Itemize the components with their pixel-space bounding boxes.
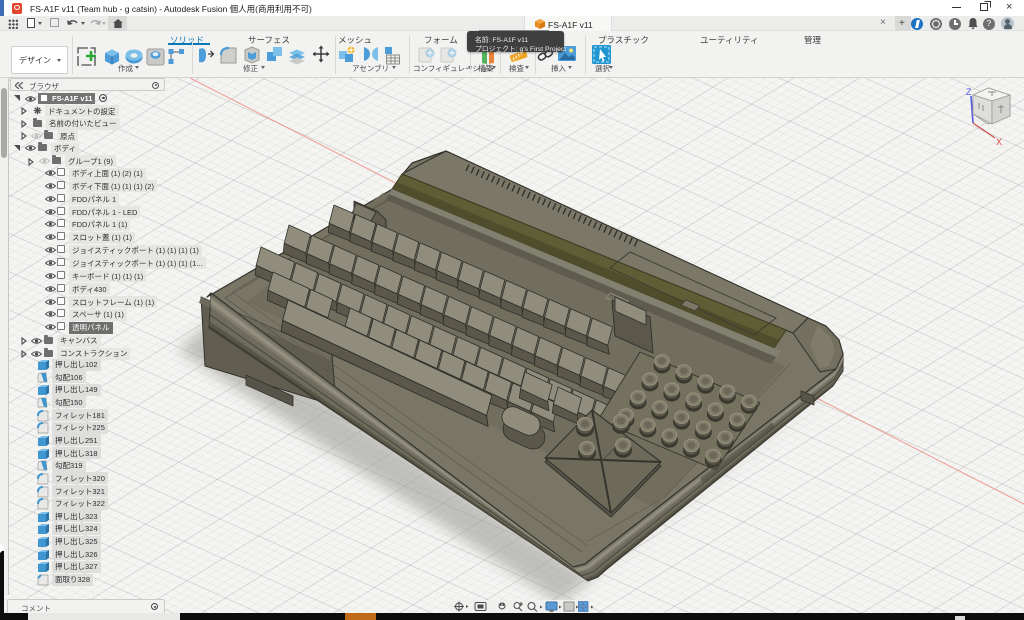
svg-text:Z: Z: [966, 87, 972, 97]
svg-text:X: X: [996, 137, 1002, 147]
